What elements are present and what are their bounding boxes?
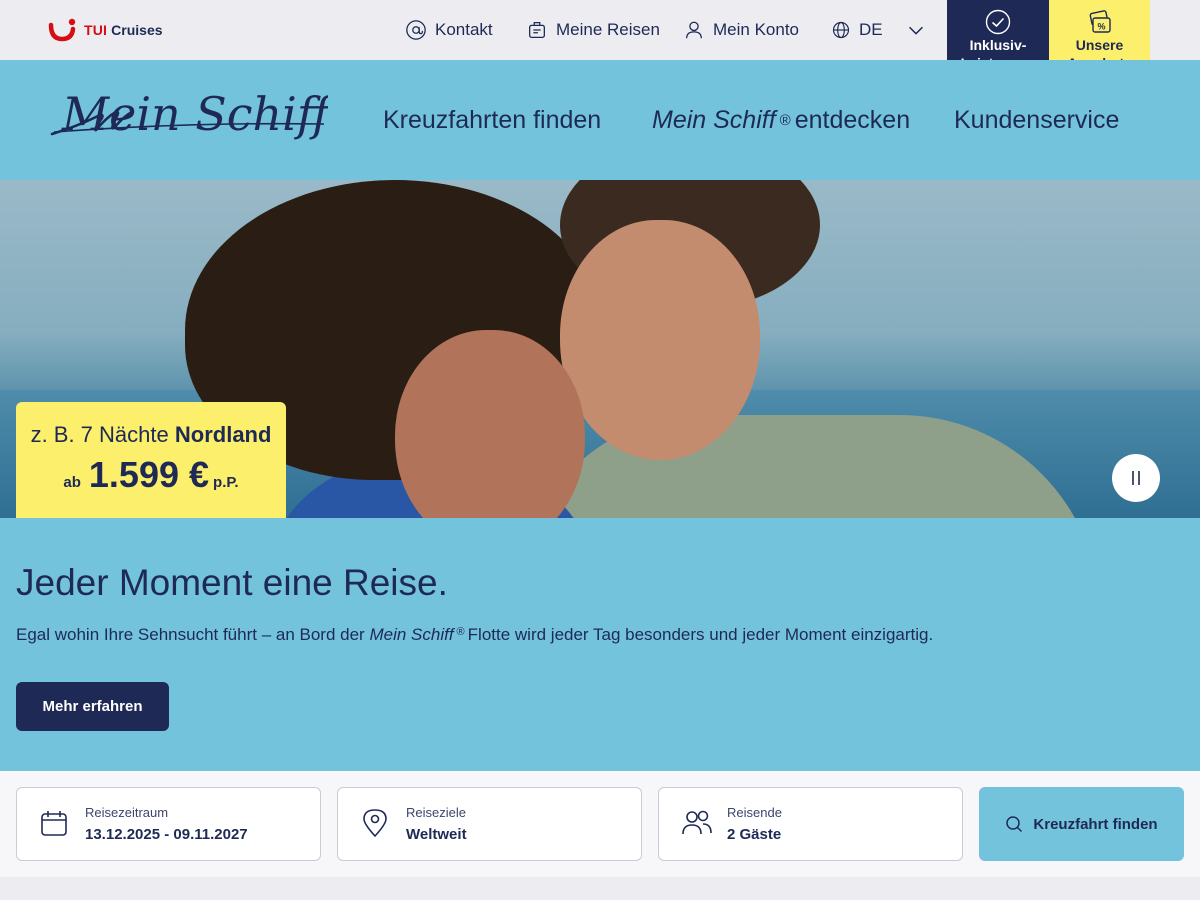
check-circle-icon [985, 9, 1011, 35]
utility-bar: TUI Cruises Kontakt Meine Reisen Mein Ko… [0, 0, 1200, 82]
nav-kundenservice[interactable]: Kundenservice [954, 60, 1119, 180]
mein-schiff-logo[interactable]: Mein Schiff [48, 86, 337, 156]
reisezeitraum-value: 13.12.2025 - 09.11.2027 [85, 826, 248, 843]
angebote-line1: Unsere [1075, 37, 1124, 53]
pause-icon [1132, 471, 1140, 485]
offer-line1: z. B. 7 Nächte Nordland [16, 422, 286, 448]
at-icon [406, 20, 426, 40]
reisende-value: 2 Gäste [727, 826, 782, 843]
nav-kreuzfahrten-finden[interactable]: Kreuzfahrten finden [383, 60, 601, 180]
meine-reisen-link[interactable]: Meine Reisen [526, 0, 660, 60]
brand-text: Mein Schiff [61, 87, 328, 141]
people-icon [682, 810, 712, 835]
language-label: DE [859, 20, 883, 39]
offer-prefix: z. B. 7 Nächte [30, 422, 169, 447]
cruise-search-bar: Reisezeitraum 13.12.2025 - 09.11.2027 Re… [0, 771, 1200, 877]
offer-pp: p.P. [213, 474, 239, 491]
main-header: Mein Schiff Kreuzfahrten finden Mein Sch… [0, 60, 1200, 180]
tui-cruises-logo[interactable]: TUI Cruises [48, 14, 163, 46]
nav-kundenservice-label: Kundenservice [954, 105, 1120, 134]
user-icon [686, 21, 702, 39]
reiseziele-field[interactable]: Reiseziele Weltweit [337, 787, 642, 861]
svg-text:%: % [1097, 22, 1105, 32]
nav-entdecken-rest: entdecken [794, 105, 911, 134]
intro-text-after: Flotte wird jeder Tag besonders und jede… [467, 625, 934, 644]
calendar-icon [41, 811, 67, 836]
hero-pause-button[interactable] [1112, 454, 1160, 502]
offer-line2: ab 1.599 € p.P. [16, 454, 286, 496]
offer-teaser[interactable]: z. B. 7 Nächte Nordland ab 1.599 € p.P. [16, 402, 286, 518]
kreuzfahrt-finden-label: Kreuzfahrt finden [1033, 815, 1158, 833]
page-bottom-strip [0, 877, 1200, 900]
chevron-down-icon [908, 26, 923, 35]
percent-tag-icon: % [1089, 10, 1111, 33]
mehr-erfahren-button[interactable]: Mehr erfahren [16, 682, 169, 731]
kontakt-link[interactable]: Kontakt [405, 0, 493, 60]
suitcase-icon [529, 22, 545, 38]
logo-sub: Cruises [111, 22, 163, 38]
mein-schiff-wordmark: Mein Schiff [50, 87, 337, 141]
hero-man-face [560, 220, 760, 460]
reisezeitraum-label: Reisezeitraum [85, 805, 169, 820]
reisezeitraum-field[interactable]: Reisezeitraum 13.12.2025 - 09.11.2027 [16, 787, 321, 861]
nav-kreuzfahrten-label: Kreuzfahrten finden [383, 105, 602, 134]
logo-brand: TUI [84, 22, 108, 38]
mein-konto-label: Mein Konto [713, 20, 799, 39]
hero-woman-face [395, 330, 585, 518]
location-pin-icon [363, 809, 387, 838]
reisende-label: Reisende [727, 805, 782, 820]
reiseziele-value: Weltweit [406, 826, 467, 843]
language-selector[interactable]: DE [831, 0, 927, 60]
mein-konto-link[interactable]: Mein Konto [683, 0, 799, 60]
offer-ab: ab [63, 474, 81, 491]
reiseziele-label: Reiseziele [406, 805, 466, 820]
kreuzfahrt-finden-button[interactable]: Kreuzfahrt finden [979, 787, 1184, 861]
nav-entdecken-brand: Mein Schiff [652, 105, 776, 134]
intro-text-reg: ® [456, 626, 465, 638]
offer-destination: Nordland [174, 422, 272, 447]
search-icon [1006, 816, 1023, 833]
meine-reisen-label: Meine Reisen [556, 20, 660, 39]
intro-text-before: Egal wohin Ihre Sehnsucht führt – an Bor… [16, 625, 365, 644]
intro-section: Jeder Moment eine Reise. Egal wohin Ihre… [0, 518, 1200, 771]
globe-icon [832, 21, 850, 39]
inklusiv-line1: Inklusiv- [969, 37, 1027, 53]
reisende-field[interactable]: Reisende 2 Gäste [658, 787, 963, 861]
intro-text-brand: Mein Schiff [369, 625, 454, 644]
offer-price: 1.599 € [88, 454, 210, 495]
nav-entdecken-reg: ® [779, 111, 791, 129]
nav-mein-schiff-entdecken[interactable]: Mein Schiff ® entdecken [652, 60, 910, 180]
hero-banner: z. B. 7 Nächte Nordland ab 1.599 € p.P. [0, 180, 1200, 518]
kontakt-label: Kontakt [435, 20, 493, 39]
intro-heading: Jeder Moment eine Reise. [16, 562, 448, 603]
intro-text: Egal wohin Ihre Sehnsucht führt – an Bor… [16, 625, 933, 645]
tui-smile-icon [48, 18, 76, 42]
